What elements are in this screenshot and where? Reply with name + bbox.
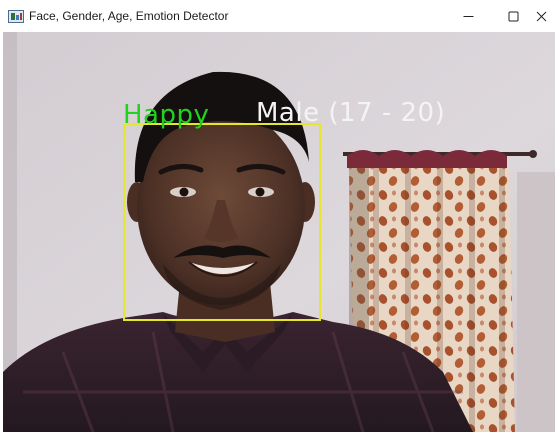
wall-right <box>517 172 555 432</box>
curtain-header <box>347 150 507 168</box>
maximize-icon <box>508 11 518 21</box>
window-title: Face, Gender, Age, Emotion Detector <box>29 9 229 23</box>
camera-feed: Happy Male (17 - 20) <box>3 32 555 432</box>
app-window: Face, Gender, Age, Emotion Detector Happ… <box>0 0 555 432</box>
close-icon <box>536 11 547 21</box>
minimize-icon <box>463 15 473 17</box>
face-bounding-box <box>123 123 321 321</box>
app-icon <box>8 10 24 23</box>
close-button[interactable] <box>528 0 555 32</box>
gender-age-label: Male (17 - 20) <box>256 98 446 128</box>
minimize-button[interactable] <box>446 0 490 32</box>
title-bar[interactable]: Face, Gender, Age, Emotion Detector <box>0 0 555 32</box>
emotion-label: Happy <box>123 100 210 130</box>
